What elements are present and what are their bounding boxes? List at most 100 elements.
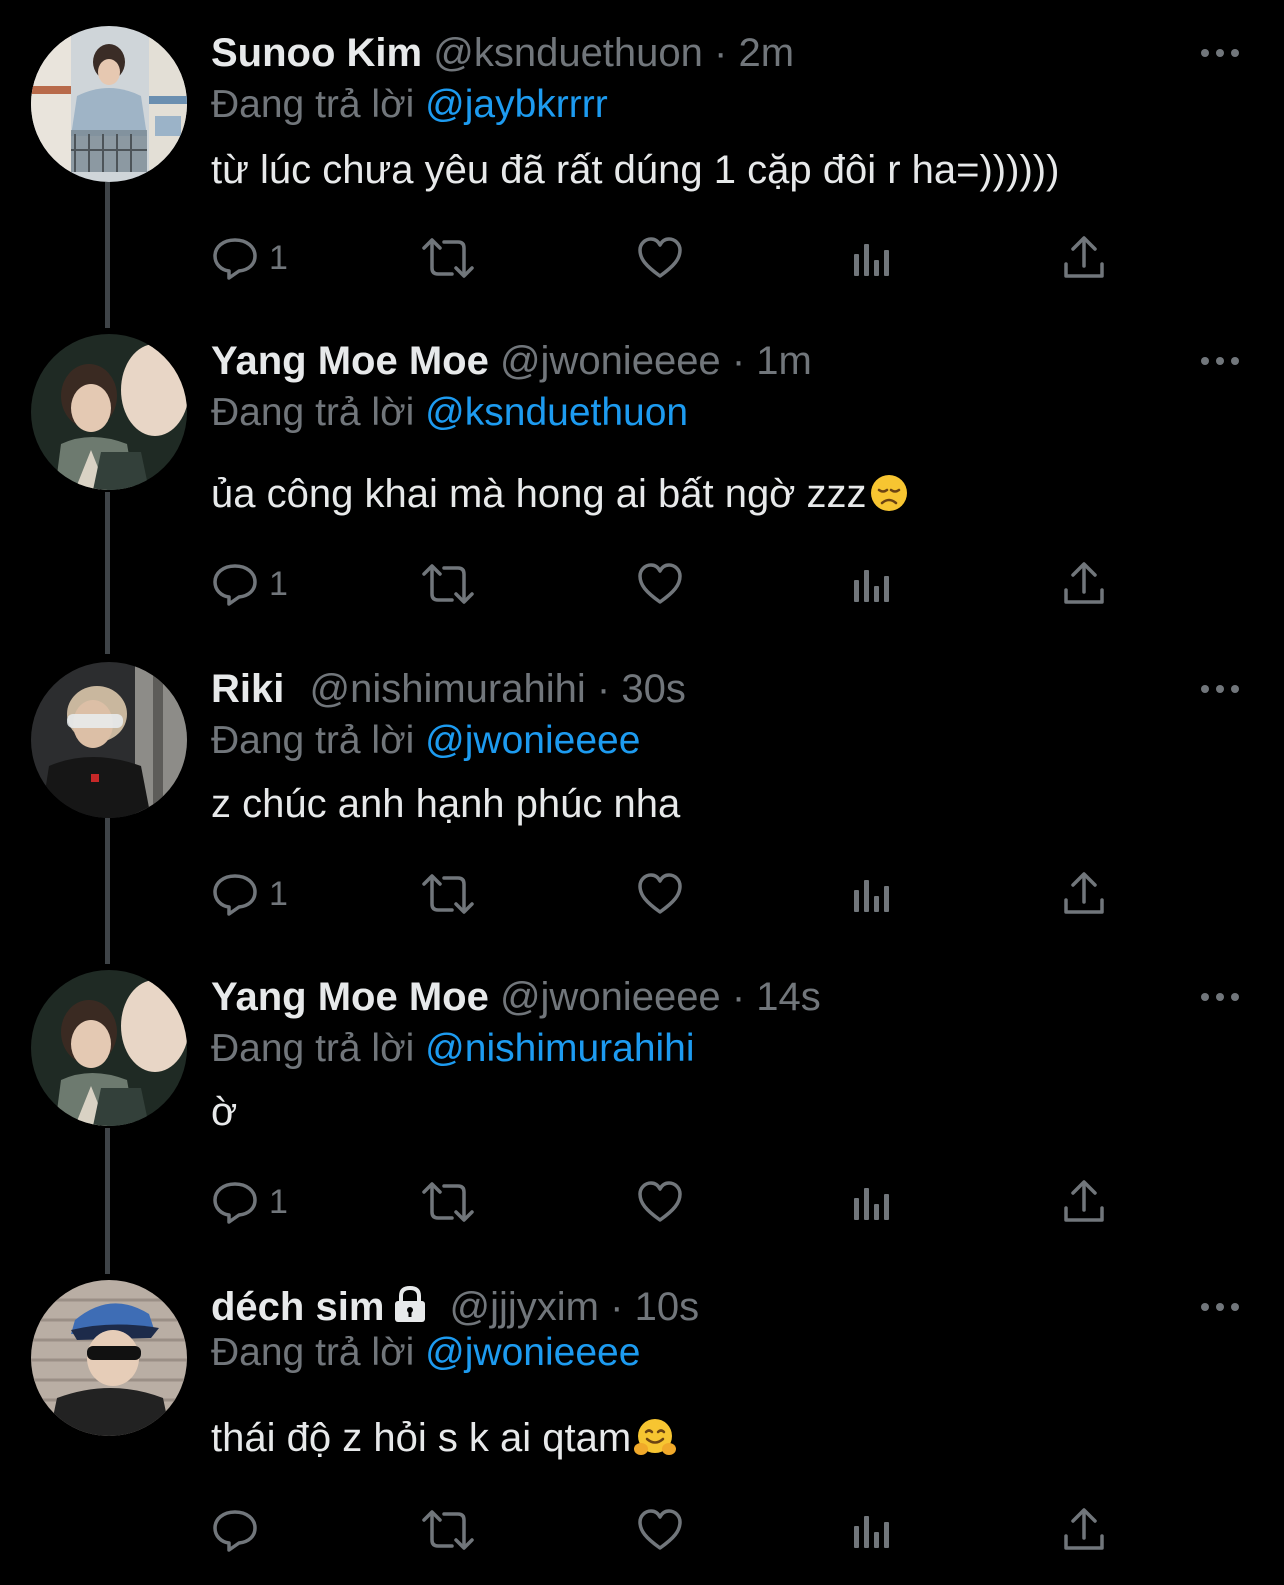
more-options-icon[interactable]: [1200, 684, 1240, 694]
more-options-icon[interactable]: [1200, 48, 1240, 58]
share-icon: [1064, 872, 1104, 914]
views-button[interactable]: [852, 230, 892, 286]
tweet-text-content: ủa công khai mà hong ai bất ngờ zzz: [211, 472, 867, 516]
timestamp[interactable]: 14s: [756, 975, 821, 1019]
avatar[interactable]: [31, 334, 187, 490]
retweet-button[interactable]: [420, 866, 476, 922]
retweet-button[interactable]: [420, 1502, 476, 1558]
like-button[interactable]: [636, 1174, 684, 1230]
timestamp[interactable]: 2m: [738, 31, 794, 75]
tweet-text: ờ: [211, 1088, 237, 1136]
tweet-header: Yang Moe Moe @jwonieeee · 1m: [211, 338, 1184, 384]
replying-to: Đang trả lời @ksnduethuon: [211, 390, 688, 436]
display-name[interactable]: Sunoo Kim: [211, 31, 422, 75]
views-button[interactable]: [852, 1502, 892, 1558]
reply-button[interactable]: [211, 1502, 269, 1558]
action-bar: 1: [0, 230, 1284, 286]
user-handle[interactable]: @jwonieeee: [500, 339, 721, 383]
display-name[interactable]: Yang Moe Moe: [211, 339, 489, 383]
avatar[interactable]: [31, 1280, 187, 1436]
mention-link[interactable]: @ksnduethuon: [425, 391, 688, 434]
replying-to-label: Đang trả lời: [211, 391, 415, 434]
tweet-text: từ lúc chưa yêu đã rất dúng 1 cặp đôi r …: [211, 146, 1059, 194]
separator-dot: ·: [731, 339, 746, 383]
tweet[interactable]: déch sim @jjjyxim · 10s Đang trả lời @jw…: [0, 1280, 1284, 1585]
tweet-text: z chúc anh hạnh phúc nha: [211, 780, 680, 828]
user-handle[interactable]: @ksnduethuon: [433, 31, 703, 75]
like-button[interactable]: [636, 230, 684, 286]
timestamp[interactable]: 10s: [635, 1285, 700, 1329]
views-icon: [854, 570, 889, 602]
tweet[interactable]: Yang Moe Moe @jwonieeee · 1m Đang trả lờ…: [0, 334, 1284, 654]
share-button[interactable]: [1062, 1174, 1106, 1230]
share-button[interactable]: [1062, 556, 1106, 612]
user-handle[interactable]: @jjjyxim: [450, 1285, 599, 1329]
replying-to-label: Đang trả lời: [211, 719, 415, 762]
mention-link[interactable]: @jwonieeee: [425, 719, 640, 762]
separator-dot: ·: [610, 1285, 624, 1329]
like-button[interactable]: [636, 1502, 684, 1558]
share-icon: [1064, 562, 1104, 604]
action-bar: 1: [0, 556, 1284, 612]
timestamp[interactable]: 1m: [756, 339, 812, 383]
heart-icon: [638, 873, 682, 914]
tweet-text-content: thái độ z hỏi s k ai qtam: [211, 1416, 632, 1460]
more-options-icon[interactable]: [1200, 992, 1240, 1002]
more-options-icon[interactable]: [1200, 356, 1240, 366]
avatar[interactable]: [31, 970, 187, 1126]
share-button[interactable]: [1062, 1502, 1106, 1558]
retweet-button[interactable]: [420, 556, 476, 612]
retweet-icon: [422, 1510, 474, 1550]
retweet-button[interactable]: [420, 1174, 476, 1230]
tweet-text-content: từ lúc chưa yêu đã rất dúng 1 cặp đôi r …: [211, 148, 1060, 192]
mention-link[interactable]: @jwonieeee: [425, 1331, 640, 1374]
share-icon: [1064, 236, 1104, 278]
tweet-text-content: z chúc anh hạnh phúc nha: [211, 782, 681, 826]
views-icon: [854, 1188, 889, 1220]
tweet-header: déch sim @jjjyxim · 10s: [211, 1284, 1184, 1330]
user-handle[interactable]: @nishimurahihi: [309, 667, 585, 711]
separator-dot: ·: [731, 975, 746, 1019]
share-button[interactable]: [1062, 230, 1106, 286]
hugging-face-icon: [634, 1419, 677, 1455]
display-name[interactable]: Yang Moe Moe: [211, 975, 489, 1019]
retweet-icon: [422, 874, 474, 914]
tweet[interactable]: Yang Moe Moe @jwonieeee · 14s Đang trả l…: [0, 970, 1284, 1270]
avatar[interactable]: [31, 662, 187, 818]
display-name[interactable]: déch sim: [211, 1285, 384, 1329]
tweet-text: ủa công khai mà hong ai bất ngờ zzz: [211, 470, 909, 518]
like-button[interactable]: [636, 866, 684, 922]
user-handle[interactable]: @jwonieeee: [500, 975, 721, 1019]
display-name[interactable]: Riki: [211, 667, 284, 711]
like-button[interactable]: [636, 556, 684, 612]
reply-icon: [213, 1510, 257, 1552]
views-button[interactable]: [852, 866, 892, 922]
views-icon: [854, 244, 889, 276]
tweet[interactable]: Riki @nishimurahihi · 30s Đang trả lời @…: [0, 662, 1284, 962]
mention-link[interactable]: @jaybkrrrr: [425, 83, 608, 126]
views-button[interactable]: [852, 556, 892, 612]
reply-button[interactable]: 1: [211, 866, 288, 922]
reply-icon: [213, 1182, 257, 1224]
tweet[interactable]: Sunoo Kim @ksnduethuon · 2m Đang trả lời…: [0, 26, 1284, 326]
action-bar: 1: [0, 1174, 1284, 1230]
heart-icon: [638, 563, 682, 604]
retweet-button[interactable]: [420, 230, 476, 286]
retweet-icon: [422, 564, 474, 604]
tweet-header: Yang Moe Moe @jwonieeee · 14s: [211, 974, 1184, 1020]
reply-button[interactable]: 1: [211, 230, 288, 286]
views-button[interactable]: [852, 1174, 892, 1230]
reply-count: 1: [269, 564, 288, 603]
reply-button[interactable]: 1: [211, 1174, 288, 1230]
avatar[interactable]: [31, 26, 187, 182]
reply-icon: [213, 238, 257, 280]
mention-link[interactable]: @nishimurahihi: [425, 1027, 694, 1070]
share-button[interactable]: [1062, 866, 1106, 922]
heart-icon: [638, 237, 682, 278]
retweet-icon: [422, 238, 474, 278]
replying-to: Đang trả lời @nishimurahihi: [211, 1026, 695, 1072]
timestamp[interactable]: 30s: [621, 667, 686, 711]
reply-button[interactable]: 1: [211, 556, 288, 612]
more-options-icon[interactable]: [1200, 1302, 1240, 1312]
share-icon: [1064, 1508, 1104, 1550]
